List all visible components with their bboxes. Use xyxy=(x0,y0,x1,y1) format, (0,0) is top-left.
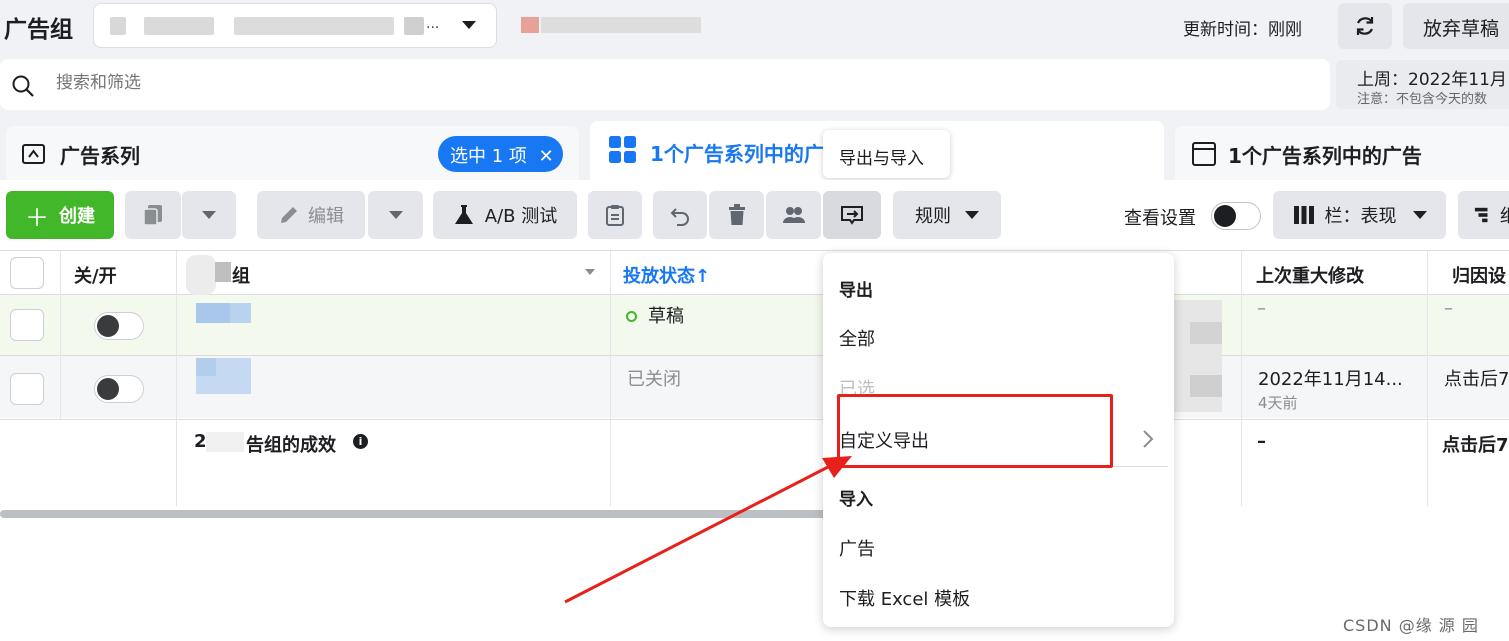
annotation-arrow xyxy=(564,456,852,604)
watermark: CSDN @缘 源 园 xyxy=(1343,616,1479,635)
